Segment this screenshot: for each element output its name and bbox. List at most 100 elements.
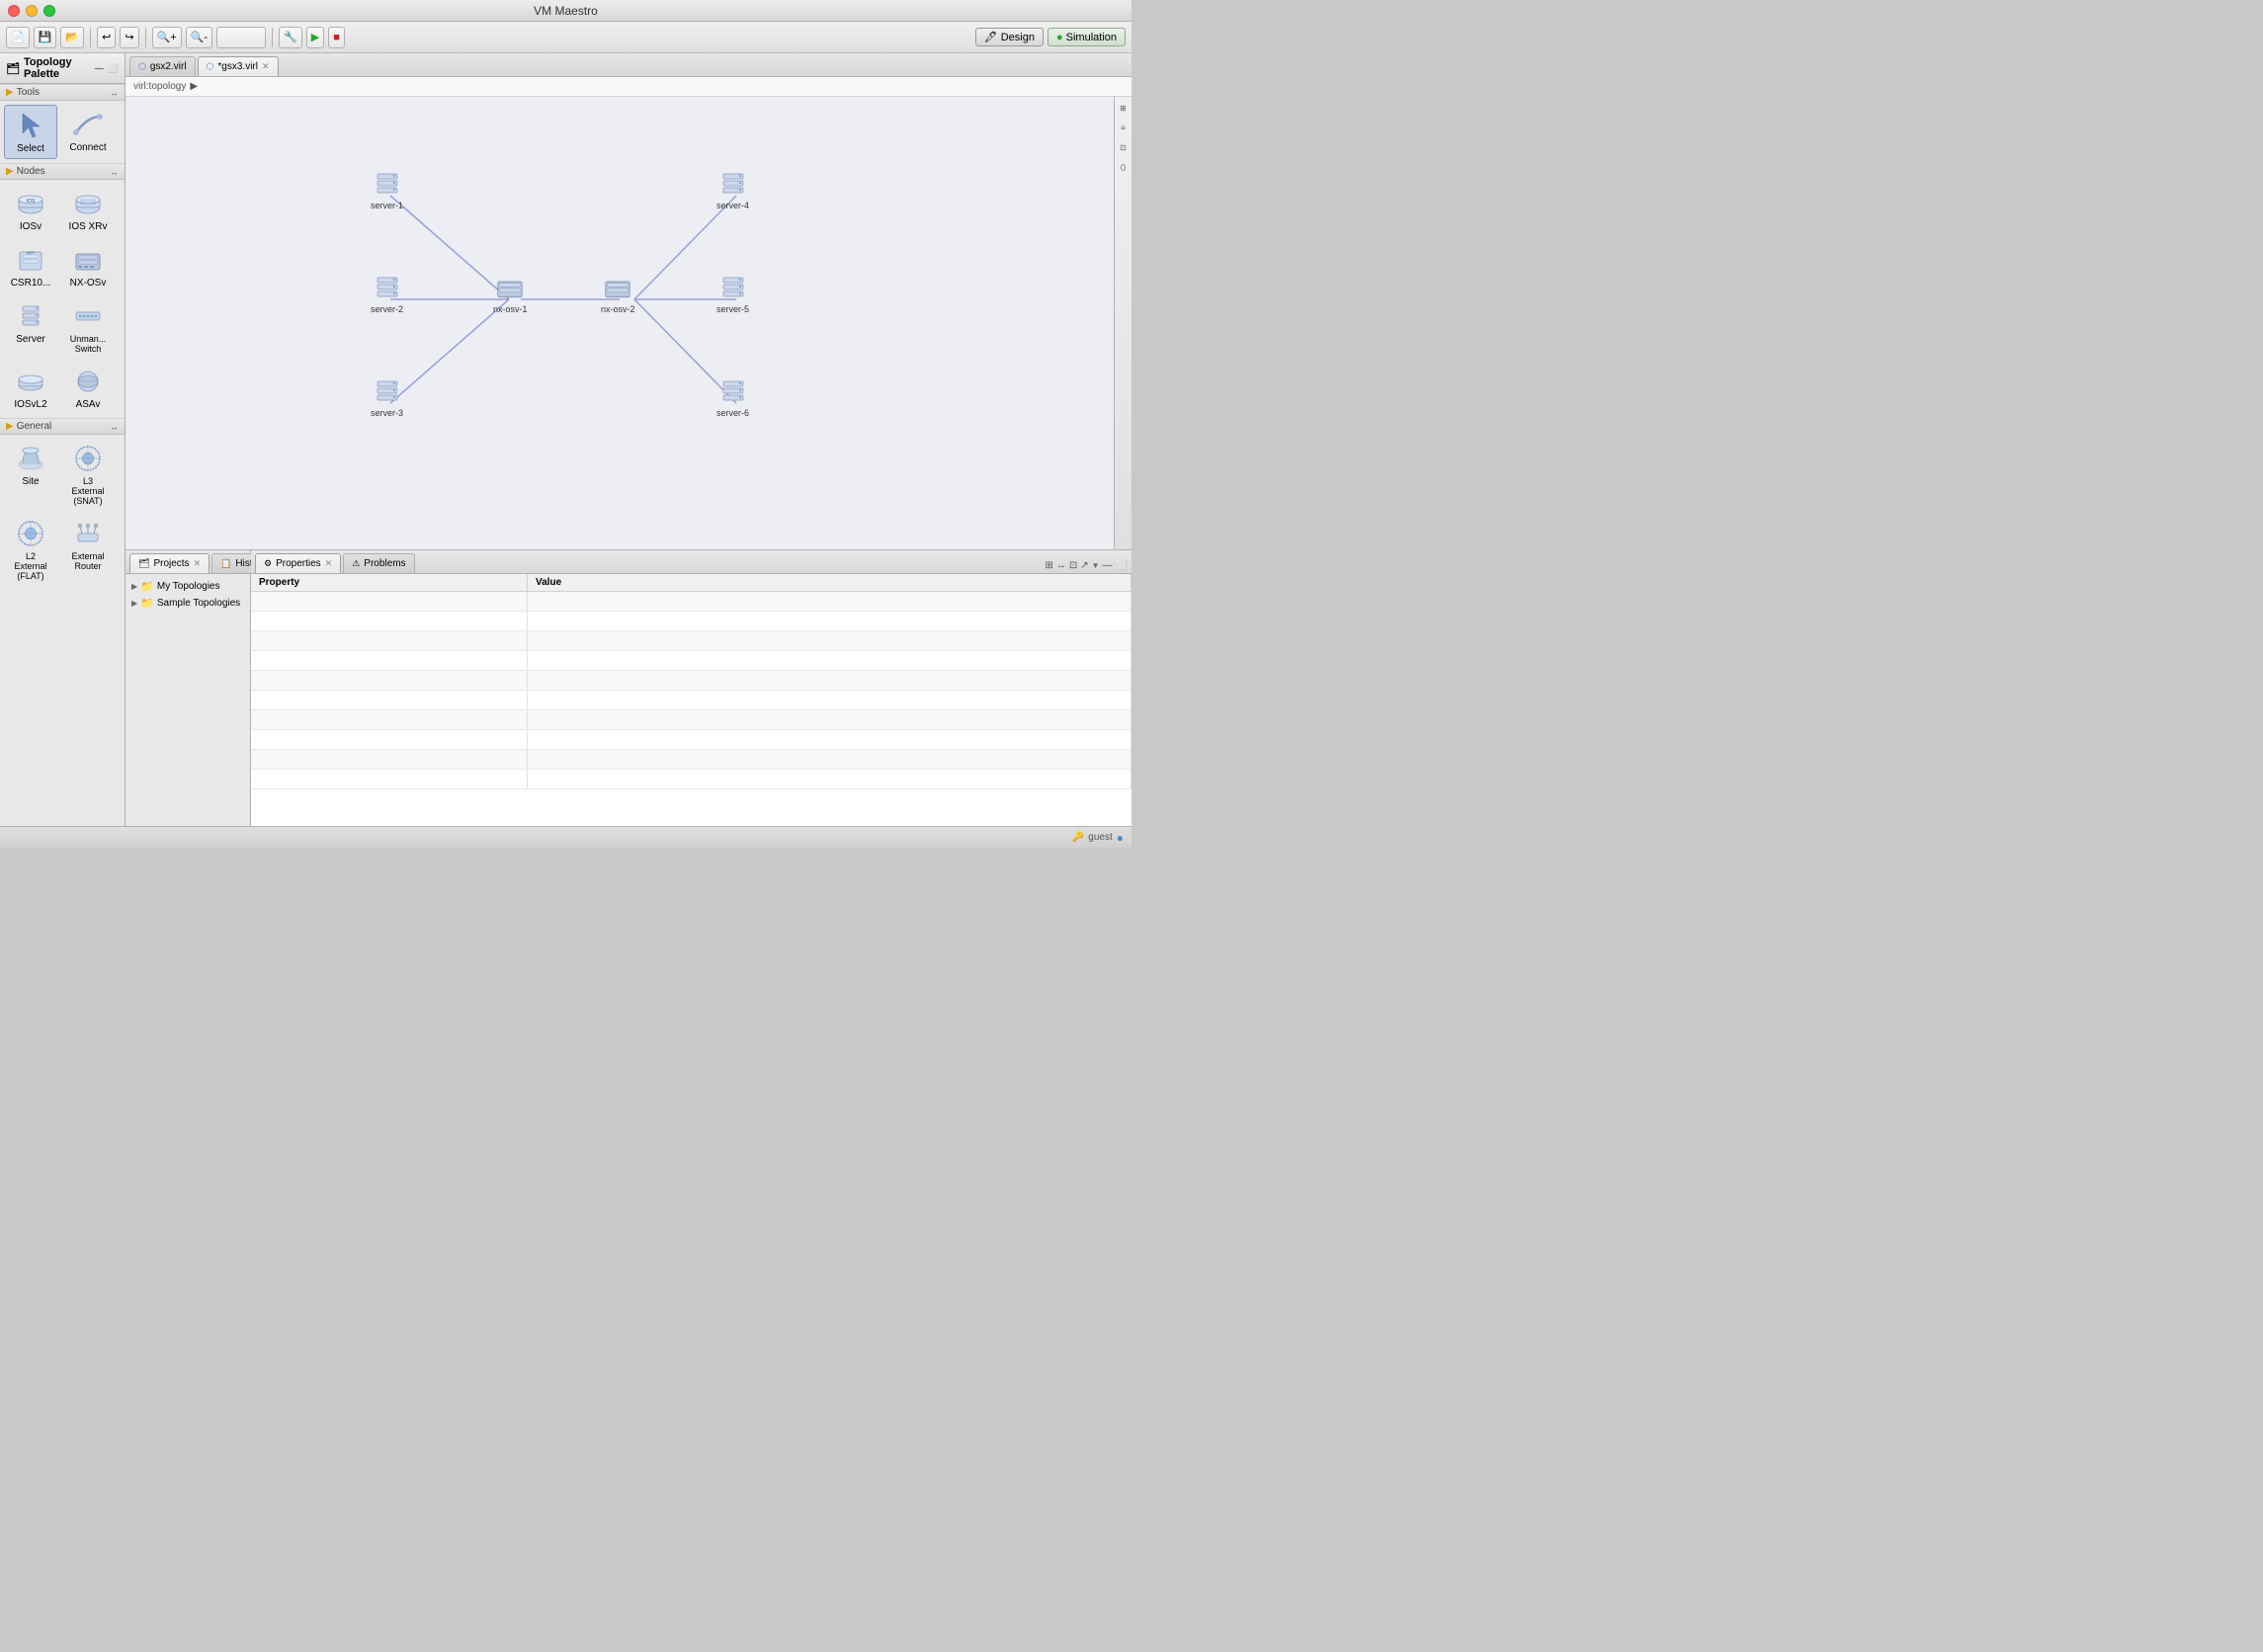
asav-icon	[72, 366, 104, 397]
tab-projects-close[interactable]: ✕	[194, 558, 202, 569]
right-tool-3[interactable]: ⊡	[1117, 140, 1131, 154]
toolbar-save-btn[interactable]: 💾	[34, 27, 57, 48]
site-icon	[15, 443, 46, 474]
server-1-label: server-1	[371, 201, 403, 210]
my-topologies-folder-icon: 📁	[140, 580, 154, 593]
toolbar-build-btn[interactable]: 🔧	[279, 27, 302, 48]
toolbar-file-btn[interactable]: 📄	[6, 27, 30, 48]
tool-select[interactable]: Select	[4, 105, 57, 159]
toolbar-play-btn[interactable]: ▶	[306, 27, 324, 48]
iosv-label: IOSv	[20, 221, 42, 232]
palette-maximize-icon[interactable]: ⬜	[108, 63, 119, 74]
server-1-icon	[374, 171, 401, 199]
conn-server1-nxosv1	[390, 196, 509, 299]
canvas-node-server-1[interactable]: server-1	[371, 171, 403, 210]
properties-header-row: Property Value	[251, 574, 1132, 592]
toolbar-stop-btn[interactable]: ■	[328, 27, 345, 48]
tab-projects[interactable]: 🗂 Projects ✕	[129, 553, 210, 573]
tab-problems[interactable]: ⚠ Problems	[343, 553, 414, 573]
simulation-mode-button[interactable]: ● Simulation	[1048, 28, 1126, 46]
canvas-viewport[interactable]: server-1 server-2	[126, 97, 1114, 549]
nodes-grid: IOS IOSv IOS XRv	[0, 180, 125, 418]
select-icon	[15, 110, 46, 141]
node-asav[interactable]: ASAv	[61, 362, 115, 414]
toolbar-undo-btn[interactable]: ↩	[97, 27, 116, 48]
node-iosv[interactable]: IOS IOSv	[4, 184, 57, 236]
projects-tab-bar: 🗂 Projects ✕ 📋 History ⊟ ↺ ▼	[126, 550, 250, 574]
general-section-folder-icon: ▶	[6, 421, 14, 432]
zoom-input[interactable]	[216, 27, 266, 48]
general-l3-external[interactable]: L3External(SNAT)	[61, 439, 115, 510]
general-l2-external[interactable]: L2External(FLAT)	[4, 514, 57, 585]
iosvl2-label: IOSvL2	[14, 399, 46, 410]
toolbar-zoom-in-btn[interactable]: 🔍+	[152, 27, 182, 48]
l2-external-label: L2External(FLAT)	[14, 551, 46, 581]
node-iosxrv[interactable]: IOS XRv	[61, 184, 115, 236]
tab-gsx3-close[interactable]: ✕	[262, 61, 270, 72]
props-dropdown[interactable]: ▼	[1092, 561, 1100, 570]
canvas-area: ⬡ gsx2.virl ⬡ *gsx3.virl ✕ virl:topology…	[126, 53, 1132, 549]
right-tool-4[interactable]: ⟨⟩	[1117, 160, 1131, 174]
window-title: VM Maestro	[534, 4, 598, 18]
toolbar-redo-btn[interactable]: ↪	[120, 27, 138, 48]
general-section-label: General	[17, 421, 52, 432]
tree-item-my-topologies[interactable]: ▶ 📁 My Topologies	[129, 578, 246, 595]
prop-row-6	[251, 691, 1132, 710]
node-server[interactable]: Server	[4, 296, 57, 358]
general-site[interactable]: Site	[4, 439, 57, 510]
toolbar-zoom-out-btn[interactable]: 🔍-	[186, 27, 212, 48]
props-tool-1[interactable]: ⊞	[1045, 560, 1052, 571]
breadcrumb-arrow: ▶	[190, 81, 198, 92]
canvas-node-server-6[interactable]: server-6	[716, 378, 749, 418]
node-csr10[interactable]: QFP CSR10...	[4, 240, 57, 292]
props-tool-3[interactable]: ⊡	[1069, 560, 1077, 571]
save-icon: 💾	[39, 31, 52, 43]
l3-external-label: L3External(SNAT)	[71, 476, 104, 506]
nodes-section-header: ▶ Nodes ↔	[0, 163, 125, 180]
tree-item-sample-topologies[interactable]: ▶ 📁 Sample Topologies	[129, 595, 246, 612]
breadcrumb-text: virl:topology	[133, 81, 186, 92]
canvas-node-server-4[interactable]: server-4	[716, 171, 749, 210]
minimize-button[interactable]	[26, 5, 38, 17]
general-external-router[interactable]: ExternalRouter	[61, 514, 115, 585]
tab-properties[interactable]: ⚙ Properties ✕	[255, 553, 341, 573]
canvas-node-server-5[interactable]: server-5	[716, 275, 749, 314]
node-iosvl2[interactable]: IOSvL2	[4, 362, 57, 414]
tab-properties-close[interactable]: ✕	[325, 558, 333, 569]
nx-osv-2-label: nx-osv-2	[601, 304, 635, 314]
svg-text:QFP: QFP	[27, 250, 36, 255]
l2-external-icon	[15, 518, 46, 549]
props-tool-4[interactable]: ↗	[1080, 560, 1088, 571]
server-6-label: server-6	[716, 408, 749, 418]
canvas-node-server-2[interactable]: server-2	[371, 275, 403, 314]
node-nxosv[interactable]: NX-OSv	[61, 240, 115, 292]
maximize-button[interactable]	[43, 5, 55, 17]
props-minimize[interactable]: —	[1103, 560, 1113, 571]
canvas-node-nx-osv-2[interactable]: nx-osv-2	[601, 275, 635, 314]
nodes-section-folder-icon: ▶	[6, 166, 14, 177]
tab-gsx3[interactable]: ⬡ *gsx3.virl ✕	[198, 56, 279, 76]
unman-switch-icon	[72, 300, 104, 332]
design-mode-button[interactable]: 🖋 Design	[975, 28, 1044, 46]
canvas-node-server-3[interactable]: server-3	[371, 378, 403, 418]
close-button[interactable]	[8, 5, 20, 17]
separator-3	[272, 28, 273, 47]
props-tool-2[interactable]: ↔	[1056, 560, 1066, 571]
right-tool-2[interactable]: ≡	[1117, 121, 1131, 134]
properties-panel: ⚙ Properties ✕ ⚠ Problems ⊞ ↔ ⊡ ↗	[251, 550, 1132, 826]
tools-grid: Select Connect	[0, 101, 125, 163]
properties-tab-icon: ⚙	[264, 558, 272, 569]
right-tool-1[interactable]: ⊞	[1117, 101, 1131, 115]
tool-connect[interactable]: Connect	[61, 105, 115, 159]
props-maximize[interactable]: ⬜	[1116, 560, 1128, 571]
bottom-panel: 🗂 Projects ✕ 📋 History ⊟ ↺ ▼	[126, 549, 1132, 826]
nx-osv-2-icon	[604, 275, 631, 302]
general-section-header: ▶ General ↔	[0, 418, 125, 435]
palette-minimize-icon[interactable]: —	[95, 63, 104, 74]
separator-2	[145, 28, 146, 47]
node-unman-switch[interactable]: Unman...Switch	[61, 296, 115, 358]
toolbar-open-btn[interactable]: 📂	[60, 27, 84, 48]
tools-section-folder-icon: ▶	[6, 87, 14, 98]
canvas-node-nx-osv-1[interactable]: nx-osv-1	[493, 275, 528, 314]
tab-gsx2[interactable]: ⬡ gsx2.virl	[129, 56, 196, 76]
